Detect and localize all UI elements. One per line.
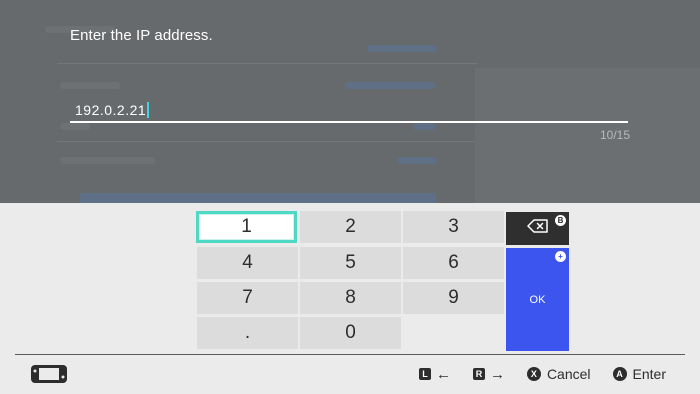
key-0[interactable]: 0 xyxy=(300,317,401,349)
background-blob xyxy=(60,157,155,164)
input-underline xyxy=(70,121,628,123)
background-panel xyxy=(475,68,700,203)
plus-button-badge: + xyxy=(555,251,566,262)
numeric-keypad: 1 2 3 4 5 6 7 8 9 . 0 B OK + xyxy=(0,203,700,355)
key-5[interactable]: 5 xyxy=(300,247,401,279)
b-button-badge: B xyxy=(555,215,566,226)
character-counter: 10/15 xyxy=(599,128,630,142)
a-button-icon: A xyxy=(612,367,627,381)
background-blob xyxy=(367,45,437,52)
dimmed-background: Enter the IP address. 192.0.2.21 10/15 xyxy=(0,0,700,203)
background-divider xyxy=(57,141,477,142)
hint-move-right[interactable]: R → xyxy=(472,365,505,383)
key-4[interactable]: 4 xyxy=(197,247,298,279)
key-6[interactable]: 6 xyxy=(403,247,504,279)
r-button-icon: R xyxy=(472,368,485,380)
footer-divider xyxy=(15,354,685,355)
key-1[interactable]: 1 xyxy=(196,211,297,243)
background-blob xyxy=(60,123,90,130)
cancel-label: Cancel xyxy=(546,366,591,382)
key-9[interactable]: 9 xyxy=(403,282,504,314)
background-blob xyxy=(345,82,435,89)
backspace-icon xyxy=(526,219,549,238)
key-8[interactable]: 8 xyxy=(300,282,401,314)
x-button-icon: X xyxy=(526,367,541,381)
right-arrow-icon: → xyxy=(489,365,505,383)
cancel-hint[interactable]: X Cancel xyxy=(526,366,591,382)
text-caret xyxy=(147,102,150,118)
handheld-console-icon xyxy=(30,364,68,389)
backspace-button[interactable]: B xyxy=(506,212,569,245)
background-blob xyxy=(397,157,437,164)
ok-label: OK xyxy=(529,293,546,306)
key-3[interactable]: 3 xyxy=(403,211,504,243)
background-selection xyxy=(80,193,436,203)
key-7[interactable]: 7 xyxy=(197,282,298,314)
key-2[interactable]: 2 xyxy=(300,211,401,243)
left-arrow-icon: ← xyxy=(435,365,451,383)
ip-address-value: 192.0.2.21 xyxy=(75,102,150,118)
background-blob xyxy=(413,123,435,130)
key-dot[interactable]: . xyxy=(197,317,298,349)
ip-address-input[interactable]: 192.0.2.21 xyxy=(70,98,628,123)
l-button-icon: L xyxy=(418,368,431,380)
background-divider xyxy=(57,63,477,64)
enter-label: Enter xyxy=(632,366,666,382)
background-blob xyxy=(60,82,120,89)
enter-hint[interactable]: A Enter xyxy=(612,366,666,382)
dialog-prompt: Enter the IP address. xyxy=(70,27,213,44)
hint-move-left[interactable]: L ← xyxy=(418,365,451,383)
footer-hints: L ← R → X Cancel A Enter xyxy=(397,364,666,384)
ok-button[interactable]: OK + xyxy=(506,248,569,351)
